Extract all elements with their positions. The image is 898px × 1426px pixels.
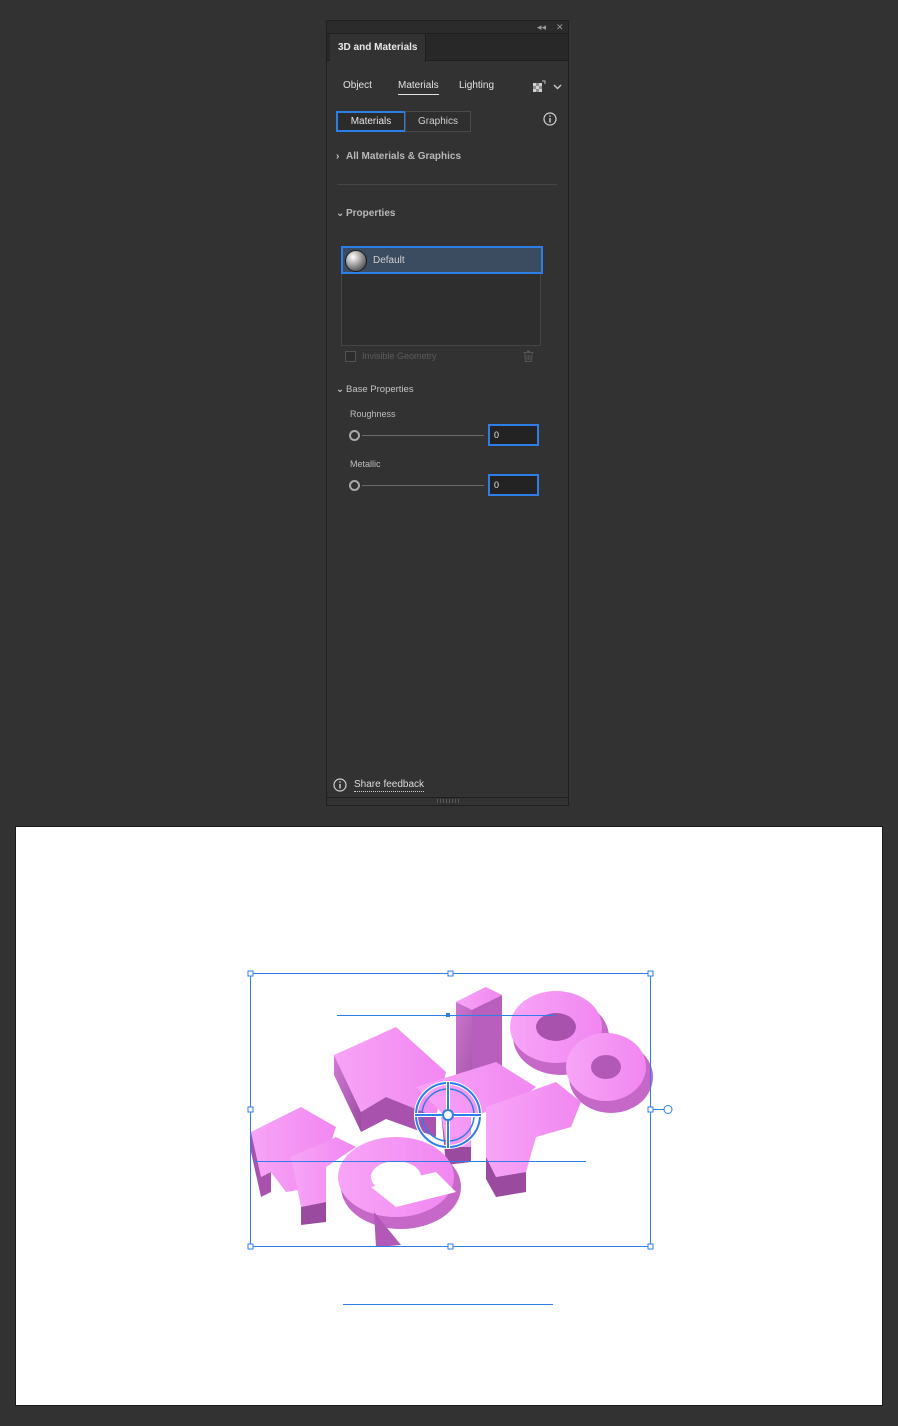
panel-tab-row: 3D and Materials xyxy=(327,34,568,62)
invisible-geometry-checkbox[interactable] xyxy=(345,351,356,362)
info-icon xyxy=(333,778,347,792)
metallic-input[interactable] xyxy=(488,474,539,496)
base-properties-label: Base Properties xyxy=(346,384,414,395)
resize-handle-top[interactable] xyxy=(447,970,454,977)
material-label: Default xyxy=(373,255,405,266)
properties-label: Properties xyxy=(346,208,396,219)
resize-handle-bottom-left[interactable] xyxy=(247,1243,254,1250)
anchor-point xyxy=(446,1013,450,1017)
metallic-slider-thumb[interactable] xyxy=(349,480,360,491)
tab-materials[interactable]: Materials xyxy=(398,79,439,95)
material-item-default[interactable]: Default xyxy=(341,246,543,274)
3d-materials-panel: ◂◂ ✕ 3D and Materials Object Materials L… xyxy=(326,20,569,806)
resize-handle-right[interactable] xyxy=(647,1106,654,1113)
panel-bottom-border xyxy=(327,797,568,798)
materials-list: Default xyxy=(341,246,543,346)
segment-materials[interactable]: Materials xyxy=(336,111,406,132)
metallic-slider-track[interactable] xyxy=(362,485,484,486)
trash-icon[interactable] xyxy=(523,350,534,362)
close-icon[interactable]: ✕ xyxy=(556,22,564,33)
artwork-svg xyxy=(247,970,673,1305)
chevron-down-icon: ⌄ xyxy=(336,208,345,219)
all-materials-header[interactable]: › All Materials & Graphics xyxy=(336,151,461,163)
panel-titlebar: ◂◂ ✕ xyxy=(327,21,568,34)
rotation-center-handle[interactable] xyxy=(442,1109,454,1121)
tab-lighting[interactable]: Lighting xyxy=(459,79,494,94)
3d-rotation-widget[interactable] xyxy=(414,1081,482,1149)
resize-handle-top-left[interactable] xyxy=(247,970,254,977)
roughness-slider-thumb[interactable] xyxy=(349,430,360,441)
resize-handle-bottom[interactable] xyxy=(447,1243,454,1250)
chevron-down-icon: ⌄ xyxy=(336,384,344,395)
sphere-material-thumbnail xyxy=(345,250,367,272)
resize-handle-bottom-right[interactable] xyxy=(647,1243,654,1250)
rotate-handle[interactable] xyxy=(663,1105,673,1114)
roughness-label: Roughness xyxy=(350,409,396,419)
segment-graphics[interactable]: Graphics xyxy=(405,111,471,132)
invisible-geometry-label: Invisible Geometry xyxy=(362,351,437,361)
roughness-input[interactable] xyxy=(488,424,539,446)
metallic-label: Metallic xyxy=(350,459,381,469)
section-divider xyxy=(337,184,557,185)
roughness-slider-track[interactable] xyxy=(362,435,484,436)
info-icon[interactable] xyxy=(543,112,557,126)
resize-handle-top-right[interactable] xyxy=(647,970,654,977)
properties-header[interactable]: ⌄ Properties xyxy=(336,208,395,220)
panel-tab-3d-materials[interactable]: 3D and Materials xyxy=(330,34,427,62)
tab-object[interactable]: Object xyxy=(343,79,372,94)
share-feedback-link[interactable]: Share feedback xyxy=(333,777,425,793)
render-settings-icon[interactable] xyxy=(532,80,546,93)
resize-handle-left[interactable] xyxy=(247,1106,254,1113)
double-chevron-left-icon[interactable]: ◂◂ xyxy=(537,22,546,33)
panel-resize-grip[interactable] xyxy=(437,799,459,803)
share-feedback-label: Share feedback xyxy=(354,778,425,792)
chevron-right-icon: › xyxy=(336,151,340,162)
artboard[interactable] xyxy=(15,826,883,1406)
base-properties-header[interactable]: ⌄ Base Properties xyxy=(336,384,414,396)
chevron-down-icon[interactable] xyxy=(553,82,562,91)
all-materials-label: All Materials & Graphics xyxy=(346,151,462,162)
